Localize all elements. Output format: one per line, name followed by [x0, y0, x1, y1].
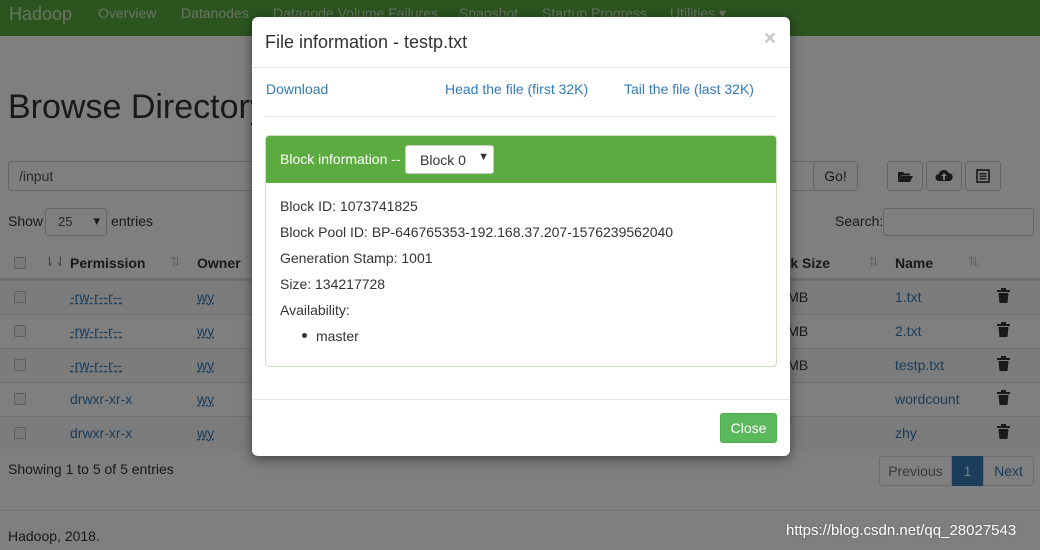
block-information-label: Block information -- [280, 151, 401, 167]
block-select[interactable]: Block 0 ▼ [405, 145, 494, 174]
block-select-value: Block 0 [420, 152, 466, 168]
watermark-text: https://blog.csdn.net/qq_28027543 [786, 522, 1017, 539]
block-information-panel: Block information -- Block 0 ▼ Block ID:… [265, 135, 777, 367]
close-icon[interactable]: × [764, 28, 776, 49]
links-divider [265, 116, 776, 117]
close-button[interactable]: Close [720, 413, 777, 443]
tail-file-link[interactable]: Tail the file (last 32K) [624, 81, 754, 97]
file-information-dialog: File information - testp.txt × Download … [252, 17, 790, 456]
modal-footer-divider [252, 399, 790, 400]
generation-stamp-text: Generation Stamp: 1001 [280, 250, 433, 266]
list-bullet [302, 333, 307, 338]
availability-host: master [316, 328, 359, 344]
head-file-link[interactable]: Head the file (first 32K) [445, 81, 588, 97]
download-link[interactable]: Download [266, 81, 328, 97]
panel-heading: Block information -- Block 0 ▼ [266, 136, 776, 183]
modal-header: File information - testp.txt × [252, 17, 790, 68]
chevron-down-icon: ▼ [478, 151, 489, 163]
block-id-text: Block ID: 1073741825 [280, 198, 418, 214]
size-text: Size: 134217728 [280, 276, 386, 292]
modal-title: File information - testp.txt [265, 32, 468, 52]
availability-label: Availability: [280, 302, 350, 318]
block-pool-id-text: Block Pool ID: BP-646765353-192.168.37.2… [280, 224, 674, 240]
